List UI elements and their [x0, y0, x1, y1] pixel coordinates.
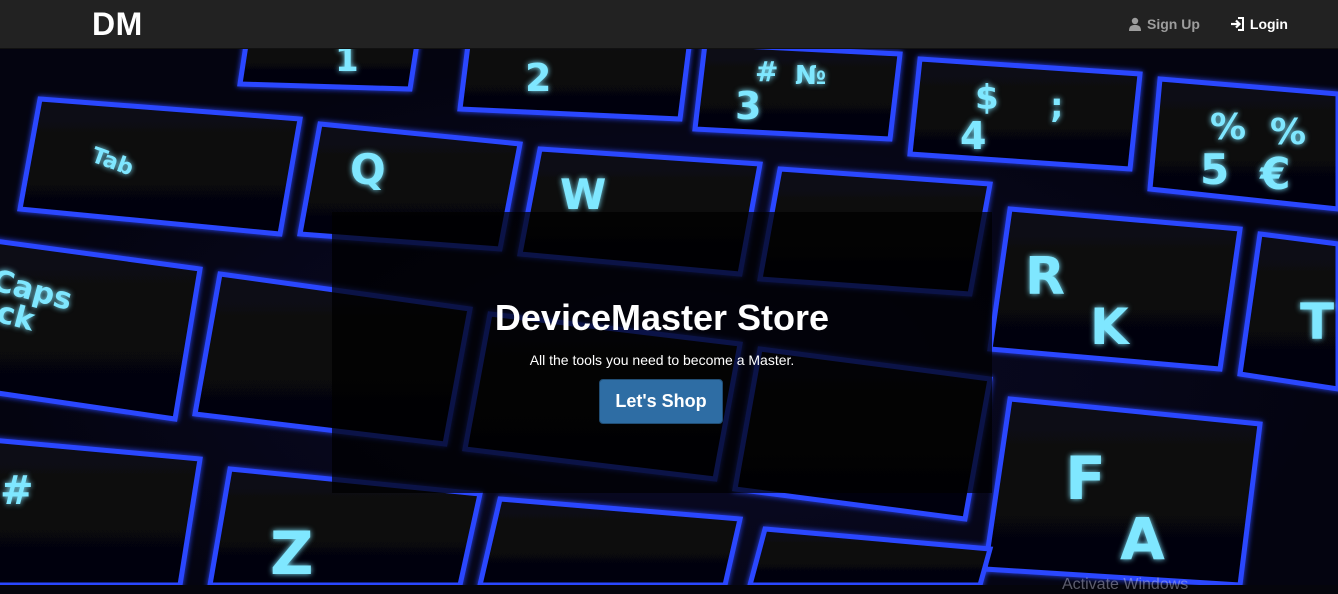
top-navbar: DM Sign Up Login — [0, 0, 1338, 49]
lets-shop-button[interactable]: Let's Shop — [599, 379, 723, 424]
svg-text:;: ; — [1050, 86, 1064, 126]
svg-text:F: F — [1065, 444, 1106, 514]
activate-windows-watermark: Activate Windows — [1062, 576, 1189, 593]
signup-link[interactable]: Sign Up — [1128, 16, 1200, 32]
svg-text:Z: Z — [270, 519, 314, 585]
hero-title: DeviceMaster Store — [494, 297, 830, 338]
brand-logo[interactable]: DM — [92, 6, 143, 42]
svg-text:$: $ — [975, 78, 999, 118]
svg-text:Q: Q — [350, 145, 386, 194]
log-in-icon — [1230, 17, 1245, 31]
svg-text:K: K — [1090, 298, 1131, 356]
hero-jumbotron: DeviceMaster Store All the tools you nee… — [332, 212, 992, 493]
signup-label: Sign Up — [1147, 16, 1200, 32]
svg-text:5: 5 — [1200, 145, 1229, 194]
svg-text:T: T — [1300, 293, 1334, 351]
login-link[interactable]: Login — [1230, 16, 1288, 32]
user-icon — [1128, 17, 1142, 31]
svg-text:#: # — [0, 468, 34, 514]
svg-text:€: € — [1259, 149, 1291, 200]
nav-right: Sign Up Login — [1128, 0, 1288, 48]
hero-subtitle: All the tools you need to become a Maste… — [529, 352, 795, 368]
svg-text:2: 2 — [525, 56, 551, 100]
svg-text:А: А — [1120, 505, 1165, 573]
svg-text:4: 4 — [960, 114, 986, 158]
login-label: Login — [1249, 16, 1288, 32]
svg-text:%: % — [1270, 112, 1306, 153]
svg-text:%: % — [1210, 107, 1246, 148]
svg-text:№: № — [795, 61, 826, 91]
svg-text:3: 3 — [735, 84, 761, 128]
svg-text:1: 1 — [335, 49, 359, 80]
svg-text:R: R — [1025, 247, 1065, 307]
